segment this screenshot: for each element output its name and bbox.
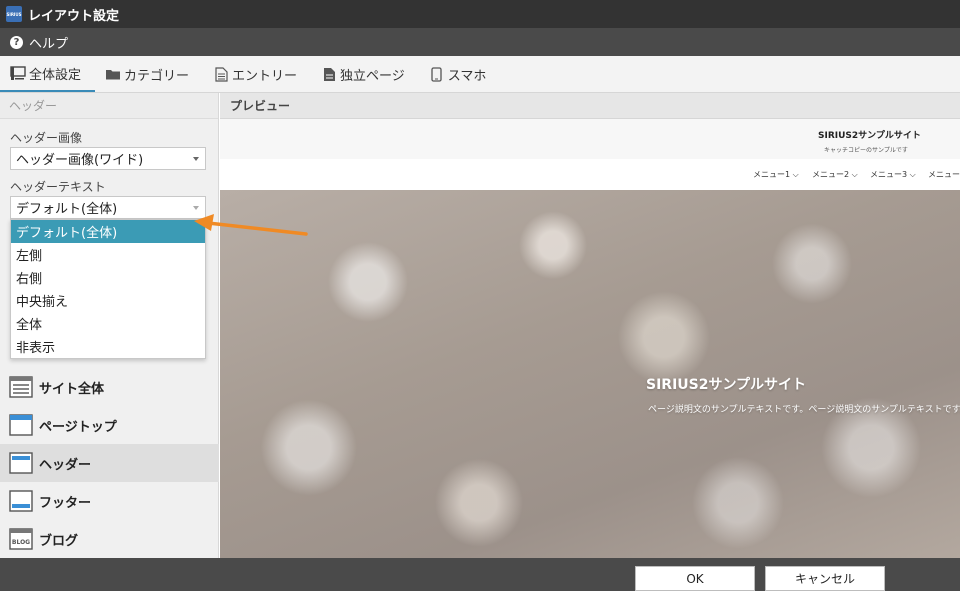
nav-item-blog[interactable]: BLOG ブログ (0, 520, 219, 558)
menu-label: メニュー1 (753, 170, 791, 179)
header-text-value: デフォルト(全体) (16, 202, 118, 217)
header-image-label: ヘッダー画像 (10, 131, 83, 145)
sirius-logo-icon: SIRIUS (6, 6, 22, 22)
dropdown-option[interactable]: 全体 (11, 312, 205, 335)
site-menu-item[interactable]: メニュー2 ⌵ (812, 169, 858, 180)
nav-label: フッター (39, 495, 92, 511)
title-bar: SIRIUS レイアウト設定 (0, 0, 960, 28)
site-menu-item[interactable]: メニュー3 ⌵ (870, 169, 916, 180)
window-title: レイアウト設定 (28, 8, 120, 24)
smartphone-icon (429, 66, 445, 82)
svg-text:BLOG: BLOG (12, 539, 30, 546)
header-image-select[interactable]: ヘッダー画像(ワイド) (10, 147, 206, 170)
tab-category[interactable]: カテゴリー (95, 56, 203, 92)
header-text-select[interactable]: デフォルト(全体) (10, 196, 206, 219)
help-label: ヘルプ (29, 36, 69, 52)
question-circle-icon: ? (10, 35, 23, 49)
chevron-down-icon (193, 206, 199, 210)
site-catch-copy: キャッチコピーのサンプルです (824, 147, 908, 154)
tab-label: エントリー (232, 68, 298, 84)
dropdown-option[interactable]: 非表示 (11, 335, 205, 358)
section-title: ヘッダー (0, 93, 218, 119)
header-image-value: ヘッダー画像(ワイド) (16, 153, 144, 168)
header-text-dropdown: デフォルト(全体) 左側 右側 中央揃え 全体 非表示 (10, 219, 206, 359)
tab-label: カテゴリー (124, 68, 190, 84)
header-text-label: ヘッダーテキスト (10, 180, 106, 194)
menu-bar: ? ヘルプ (0, 28, 960, 56)
tab-standalone-page[interactable]: 独立ページ (311, 56, 419, 92)
tab-label: 全体設定 (29, 67, 82, 83)
cancel-button[interactable]: キャンセル (765, 566, 885, 591)
menu-label: メニュー4 (928, 170, 960, 179)
site-menu-item[interactable]: メニュー4 (928, 169, 960, 180)
preview-pane: SIRIUS2サンプルサイト キャッチコピーのサンプルです メニュー1 ⌵ メニ… (220, 119, 960, 558)
tab-global-settings[interactable]: 全体設定 (0, 56, 96, 92)
header-layout-icon (9, 452, 33, 474)
nav-item-footer[interactable]: フッター (0, 482, 219, 520)
hero-text: ページ説明文のサンプルテキストです。ページ説明文のサンプルテキストです。 (648, 405, 960, 415)
nav-label: サイト全体 (39, 381, 105, 397)
footer-layout-icon (9, 490, 33, 512)
nav-item-pagetop[interactable]: ページトップ (0, 406, 219, 444)
folder-icon (105, 67, 121, 82)
dropdown-option[interactable]: 左側 (11, 243, 205, 266)
settings-tabs: 全体設定 カテゴリー エントリー 独立ページ スマホ (0, 56, 960, 93)
tab-smartphone[interactable]: スマホ (419, 56, 501, 92)
dropdown-option[interactable]: デフォルト(全体) (11, 220, 205, 243)
blog-layout-icon: BLOG (9, 528, 33, 550)
site-nav: メニュー1 ⌵ メニュー2 ⌵ メニュー3 ⌵ メニュー4 (220, 159, 960, 190)
site-layout-icon (9, 376, 33, 398)
chevron-down-icon (193, 157, 199, 161)
tab-entry[interactable]: エントリー (203, 56, 311, 92)
document-icon (213, 66, 229, 82)
nav-label: ブログ (39, 533, 79, 549)
menu-label: メニュー2 (812, 170, 850, 179)
site-header: SIRIUS2サンプルサイト キャッチコピーのサンプルです (220, 119, 960, 159)
nav-item-header[interactable]: ヘッダー (0, 444, 219, 482)
annotation-arrow-icon (194, 214, 308, 236)
site-title: SIRIUS2サンプルサイト (818, 131, 921, 141)
tab-label: スマホ (447, 68, 487, 84)
nav-label: ページトップ (39, 419, 117, 435)
nav-item-site[interactable]: サイト全体 (0, 368, 219, 406)
ok-button[interactable]: OK (635, 566, 755, 591)
dropdown-option[interactable]: 中央揃え (11, 289, 205, 312)
logo-text: SIRIUS (6, 11, 22, 17)
menu-label: メニュー3 (870, 170, 908, 179)
preview-title: プレビュー (220, 93, 960, 119)
nav-label: ヘッダー (39, 457, 92, 473)
monitor-icon (10, 65, 26, 81)
tab-label: 独立ページ (340, 68, 405, 84)
help-menu[interactable]: ? ヘルプ (10, 33, 68, 52)
hero-image: SIRIUS2サンプルサイト ページ説明文のサンプルテキストです。ページ説明文の… (220, 190, 960, 558)
page-icon (321, 67, 337, 82)
site-menu-item[interactable]: メニュー1 ⌵ (753, 169, 799, 180)
dropdown-option[interactable]: 右側 (11, 266, 205, 289)
layout-nav: サイト全体 ページトップ ヘッダー フッター BLOG ブログ (0, 368, 219, 558)
hero-title: SIRIUS2サンプルサイト (646, 377, 807, 393)
pagetop-layout-icon (9, 414, 33, 436)
